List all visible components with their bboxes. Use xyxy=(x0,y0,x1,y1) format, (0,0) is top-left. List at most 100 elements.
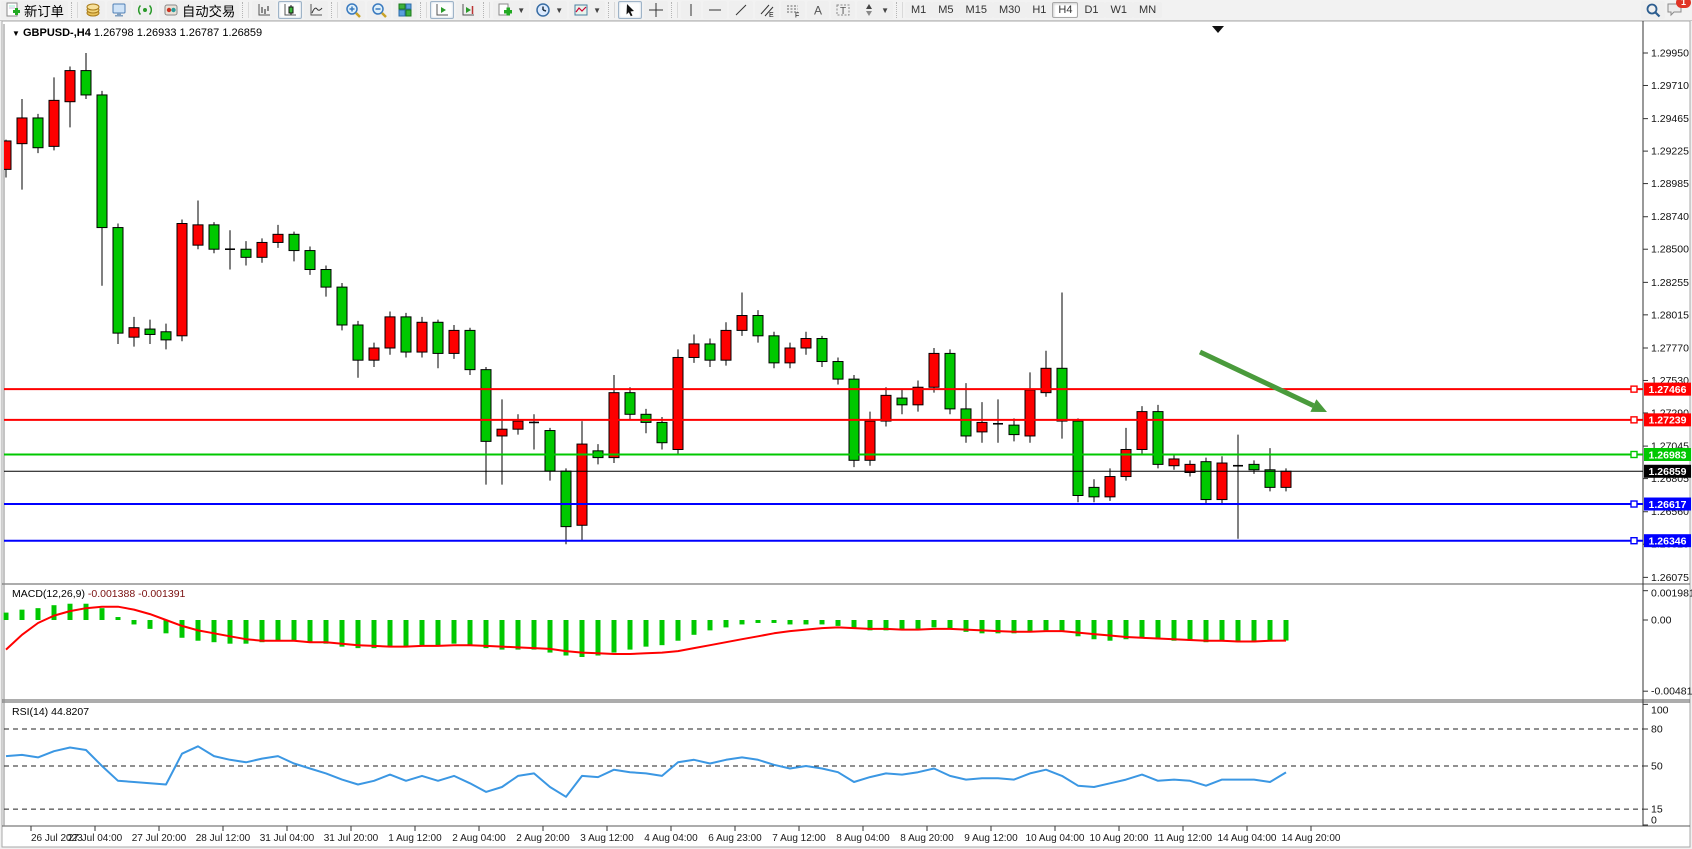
macd-histogram-bar xyxy=(1028,620,1033,632)
candle-chart-button[interactable] xyxy=(278,1,302,19)
separator xyxy=(420,2,427,18)
indicators-button[interactable]: ▼ xyxy=(493,1,529,19)
candle[interactable] xyxy=(945,349,955,414)
fibonacci-button[interactable]: F xyxy=(781,1,805,19)
candle[interactable] xyxy=(1073,418,1083,502)
bull-candle-body xyxy=(17,118,27,144)
timeframe-H1[interactable]: H1 xyxy=(1026,2,1052,18)
line-handle[interactable] xyxy=(1631,501,1637,507)
arrows-button[interactable]: ▼ xyxy=(857,1,893,19)
timeframe-M15[interactable]: M15 xyxy=(960,2,993,18)
templates-button[interactable]: ▼ xyxy=(569,1,605,19)
vline-icon xyxy=(685,2,697,18)
timeframe-M30[interactable]: M30 xyxy=(993,2,1026,18)
candle[interactable] xyxy=(113,224,123,344)
chart-ohlc-values: 1.26798 1.26933 1.26787 1.26859 xyxy=(94,27,262,39)
macd-name: MACD(12,26,9) xyxy=(12,588,85,600)
candle[interactable] xyxy=(417,317,427,358)
candle[interactable] xyxy=(929,348,939,393)
price-badge: 1.26617 xyxy=(1644,498,1691,511)
candle-chart-icon xyxy=(282,2,298,18)
candle[interactable] xyxy=(209,222,219,253)
candle[interactable] xyxy=(1201,458,1211,504)
timeframe-H4[interactable]: H4 xyxy=(1052,2,1078,18)
timeframe-M5[interactable]: M5 xyxy=(932,2,959,18)
hline-button[interactable] xyxy=(703,1,727,19)
macd-histogram-bar xyxy=(916,620,921,629)
autotrade-icon xyxy=(163,2,179,18)
candle[interactable] xyxy=(673,349,683,455)
bull-candle-body xyxy=(257,242,267,257)
time-tick-label: 14 Aug 20:00 xyxy=(1282,833,1341,844)
rsi-scale-label: 80 xyxy=(1651,724,1663,736)
candle[interactable] xyxy=(337,283,347,330)
bear-candle-body xyxy=(33,118,43,148)
cursor-button[interactable] xyxy=(618,1,642,19)
bear-candle-body xyxy=(1057,368,1067,421)
candle[interactable] xyxy=(1137,406,1147,453)
trendline-button[interactable] xyxy=(729,1,753,19)
bull-candle-body xyxy=(513,421,523,429)
auto-trading-button[interactable]: 自动交易 xyxy=(159,1,239,19)
macd-histogram-bar xyxy=(756,620,761,623)
channel-button[interactable]: E xyxy=(755,1,779,19)
label-button[interactable]: T xyxy=(831,1,855,19)
candle[interactable] xyxy=(177,219,187,341)
coins-button[interactable] xyxy=(81,1,105,19)
line-chart-button[interactable] xyxy=(304,1,328,19)
periods-button[interactable]: ▼ xyxy=(531,1,567,19)
time-tick-label: 11 Aug 12:00 xyxy=(1154,833,1213,844)
bar-chart-icon xyxy=(256,2,272,18)
vline-button[interactable] xyxy=(681,1,701,19)
macd-histogram-bar xyxy=(404,620,409,647)
separator xyxy=(483,2,490,18)
macd-histogram-bar xyxy=(116,617,121,620)
macd-histogram-bar xyxy=(660,620,665,645)
candle[interactable] xyxy=(1153,405,1163,469)
auto-scroll-button[interactable] xyxy=(430,1,454,19)
price-tick-label: 1.29950 xyxy=(1651,48,1689,60)
search-button[interactable] xyxy=(1641,1,1665,19)
macd-histogram-bar xyxy=(932,620,937,627)
time-tick-label: 7 Aug 12:00 xyxy=(772,833,826,844)
timeframe-MN[interactable]: MN xyxy=(1133,2,1162,18)
candle[interactable] xyxy=(401,313,411,358)
text-button[interactable]: A xyxy=(807,1,829,19)
terminal-button[interactable] xyxy=(107,1,131,19)
macd-histogram-bar xyxy=(820,620,825,624)
timeframe-D1[interactable]: D1 xyxy=(1078,2,1104,18)
chart-canvas[interactable]: 1.299501.297101.294651.292251.289851.287… xyxy=(0,0,1692,849)
line-handle[interactable] xyxy=(1631,417,1637,423)
crosshair-button[interactable] xyxy=(644,1,668,19)
signal-button[interactable] xyxy=(133,1,157,19)
bar-chart-button[interactable] xyxy=(252,1,276,19)
macd-histogram-bar xyxy=(612,620,617,653)
candle[interactable] xyxy=(449,325,459,359)
candle[interactable] xyxy=(385,311,395,354)
zoom-in-button[interactable] xyxy=(341,1,365,19)
line-handle[interactable] xyxy=(1631,451,1637,457)
new-order-button[interactable]: 新订单 xyxy=(1,1,68,19)
timeframe-M1[interactable]: M1 xyxy=(905,2,932,18)
candle[interactable] xyxy=(33,114,43,153)
notifications-button[interactable]: 1 xyxy=(1666,1,1684,20)
timeframe-W1[interactable]: W1 xyxy=(1105,2,1134,18)
bear-candle-body xyxy=(97,95,107,228)
line-handle[interactable] xyxy=(1631,386,1637,392)
tile-windows-button[interactable] xyxy=(393,1,417,19)
symbol-dropdown-icon[interactable]: ▼ xyxy=(12,29,20,38)
line-handle[interactable] xyxy=(1631,538,1637,544)
chart-window-background xyxy=(2,21,1690,847)
candle[interactable] xyxy=(465,328,475,375)
zoom-out-button[interactable] xyxy=(367,1,391,19)
price-badge: 1.26859 xyxy=(1644,465,1691,478)
bear-candle-body xyxy=(113,228,123,334)
candle[interactable] xyxy=(769,332,779,369)
time-tick-label: 28 Jul 12:00 xyxy=(196,833,251,844)
chart-shift-button[interactable] xyxy=(456,1,480,19)
templates-icon xyxy=(573,2,589,18)
candle[interactable] xyxy=(1217,456,1227,503)
macd-histogram-bar xyxy=(788,620,793,624)
macd-histogram-bar xyxy=(1140,620,1145,638)
bear-candle-body xyxy=(81,71,91,95)
